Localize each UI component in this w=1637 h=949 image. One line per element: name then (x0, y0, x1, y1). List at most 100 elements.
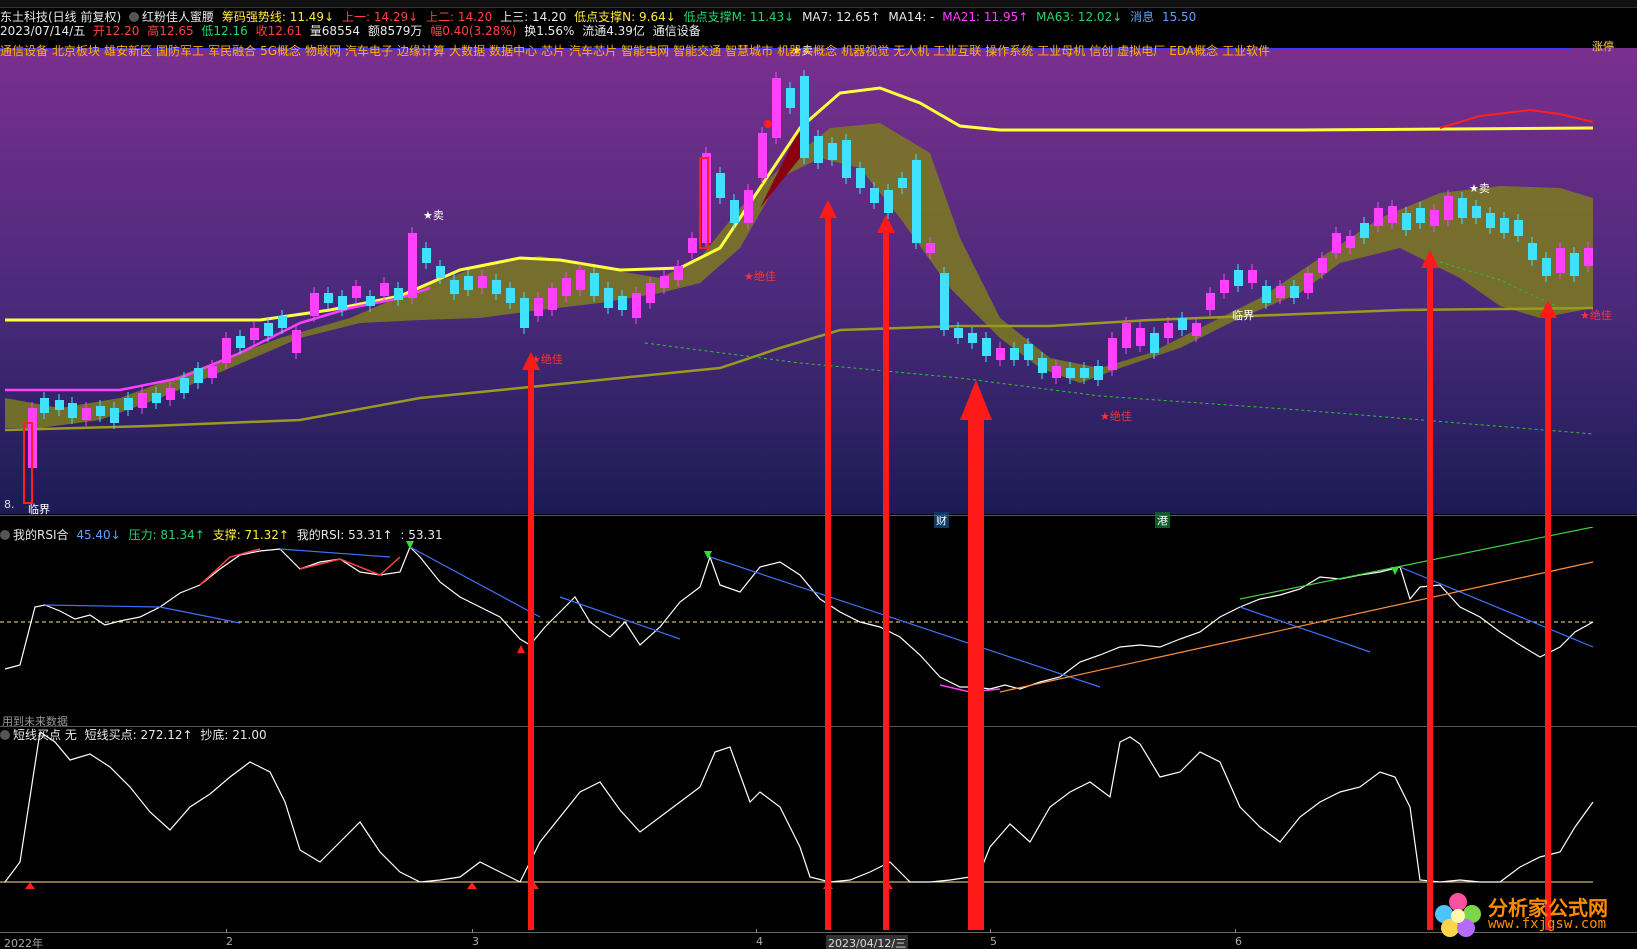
sector-tag[interactable]: EDA概念 (1169, 44, 1218, 58)
candle-body (1206, 293, 1215, 310)
candle-body (1038, 358, 1047, 373)
candle-body (898, 178, 907, 188)
candle-body (1542, 258, 1551, 276)
sector-tag[interactable]: 智慧城市 (725, 44, 773, 58)
sector-tag[interactable]: 虚拟电厂 (1117, 44, 1165, 58)
sector-tag[interactable]: 军民融合 (208, 44, 256, 58)
x-axis: 2022年 2 3 4 2023/04/12/三 5 6 (0, 929, 1637, 949)
price-chart[interactable] (0, 48, 1637, 514)
candle-body (110, 408, 119, 423)
rsi-trend-orange (999, 561, 1594, 693)
candle-body (96, 406, 105, 416)
candle-body (1080, 368, 1089, 378)
rsi-chart[interactable] (0, 527, 1637, 727)
extra-label: 消息 (1130, 10, 1155, 24)
sector-tag[interactable]: 物联网 (305, 44, 341, 58)
candle-body (1136, 328, 1145, 346)
sector-tag[interactable]: 智能交通 (673, 44, 721, 58)
candle-body (758, 133, 767, 178)
candle-body (40, 398, 49, 413)
candle-body (166, 388, 175, 400)
rsi-toggle-icon[interactable] (0, 530, 10, 540)
sector-tag[interactable]: 边缘计算 (397, 44, 445, 58)
sector-tag[interactable]: 汽车芯片 (569, 44, 617, 58)
sector-tag[interactable]: 芯片 (541, 44, 565, 58)
rsi-support: 支撑: 71.32↑ (212, 528, 289, 542)
sector-tag[interactable]: 国防军工 (156, 44, 204, 58)
sector-tag[interactable]: 北京板块 (52, 44, 100, 58)
quote-open: 开12.20 (93, 24, 140, 38)
candle-body (786, 88, 795, 108)
up1-value: 上一: 14.29↓ (341, 10, 419, 24)
left-axis-value: 8. (4, 498, 15, 511)
rsi-trend-blue-4 (559, 596, 681, 640)
sector-tag[interactable]: 工业互联 (933, 44, 981, 58)
candle-body (250, 328, 259, 340)
rsi-trend-green (1239, 527, 1594, 600)
rsi-green-marker (1391, 567, 1399, 575)
candle-body (1192, 323, 1201, 336)
x-cursor-label: 2023/04/12/三 (826, 935, 909, 949)
candle-body (352, 286, 361, 298)
sector-tag[interactable]: 智能电网 (621, 44, 669, 58)
candle-body (842, 140, 851, 178)
sector-tag[interactable]: 5G概念 (260, 44, 301, 58)
sector-tag[interactable]: 机器人概念 (777, 44, 837, 58)
sector-tag[interactable]: 工业母机 (1037, 44, 1085, 58)
candle-body (1430, 210, 1439, 226)
top-menu-bar (0, 0, 1637, 8)
short-toggle-icon[interactable] (0, 730, 10, 740)
candle-body (380, 283, 389, 296)
rsi-panel-header: 我的RSI合 45.40↓ 压力: 81.34↑ 支撑: 71.32↑ 我的RS… (0, 528, 447, 543)
extra-value: 15.50 (1161, 10, 1197, 24)
quote-float: 流通4.39亿 (582, 24, 645, 38)
rsi-my: 我的RSI: 53.31↑ (296, 528, 393, 542)
sector-tag[interactable]: 大数据 (449, 44, 485, 58)
up3-value: 上三: 14.20 (500, 10, 567, 24)
rsi-trend-blue-2 (279, 548, 391, 558)
rsi-red-segment (199, 548, 261, 586)
sector-tag[interactable]: 无人机 (893, 44, 929, 58)
candle-body (646, 283, 655, 303)
strong-line-value: 筹码强势线: 11.49↓ (221, 10, 335, 24)
quote-amount: 额8579万 (367, 24, 423, 38)
indicator-toggle-icon[interactable] (129, 12, 140, 22)
candle-body (1220, 280, 1229, 293)
candle-body (124, 398, 133, 410)
sector-tag[interactable]: 操作系统 (985, 44, 1033, 58)
candle-body (1108, 338, 1117, 370)
x-tick (756, 929, 757, 933)
quote-date: 2023/07/14/五 (0, 24, 86, 38)
quote-turnover: 换1.56% (524, 24, 575, 38)
short-buy-marker (883, 882, 893, 889)
rsi-red-marker (517, 645, 525, 653)
candle-body (996, 348, 1005, 360)
candle-body (408, 233, 417, 298)
sector-tag[interactable]: 通信设备 (0, 44, 48, 58)
candle-body (1514, 220, 1523, 236)
candle-body (1164, 323, 1173, 338)
sector-tag[interactable]: 机器视觉 (841, 44, 889, 58)
flower-logo-icon (1435, 893, 1481, 937)
candle-body (1276, 286, 1285, 298)
site-watermark: 分析家公式网 www.fxjgsw.com (1430, 888, 1630, 938)
candle-body (1444, 196, 1453, 220)
candle-body (688, 238, 697, 253)
candle-body (604, 288, 613, 308)
sector-tag[interactable]: 数据中心 (489, 44, 537, 58)
sector-tag[interactable]: 雄安新区 (104, 44, 152, 58)
ma21-value: MA21: 11.95↑ (942, 10, 1029, 24)
candle-body (1066, 368, 1075, 378)
sector-tag[interactable]: 汽车电子 (345, 44, 393, 58)
rsi-title: 我的RSI合 (13, 528, 69, 542)
sector-tag[interactable]: 工业软件 (1222, 44, 1270, 58)
candle-body (800, 76, 809, 158)
short-line-chart[interactable] (0, 732, 1637, 932)
stock-name[interactable]: 东土科技(日线 前复权) (0, 10, 121, 24)
candle-body (324, 293, 333, 303)
candle-body (632, 293, 641, 318)
candle-body (394, 288, 403, 300)
candle-body (1290, 286, 1299, 298)
candle-body (548, 288, 557, 310)
sector-tag[interactable]: 信创 (1089, 44, 1113, 58)
